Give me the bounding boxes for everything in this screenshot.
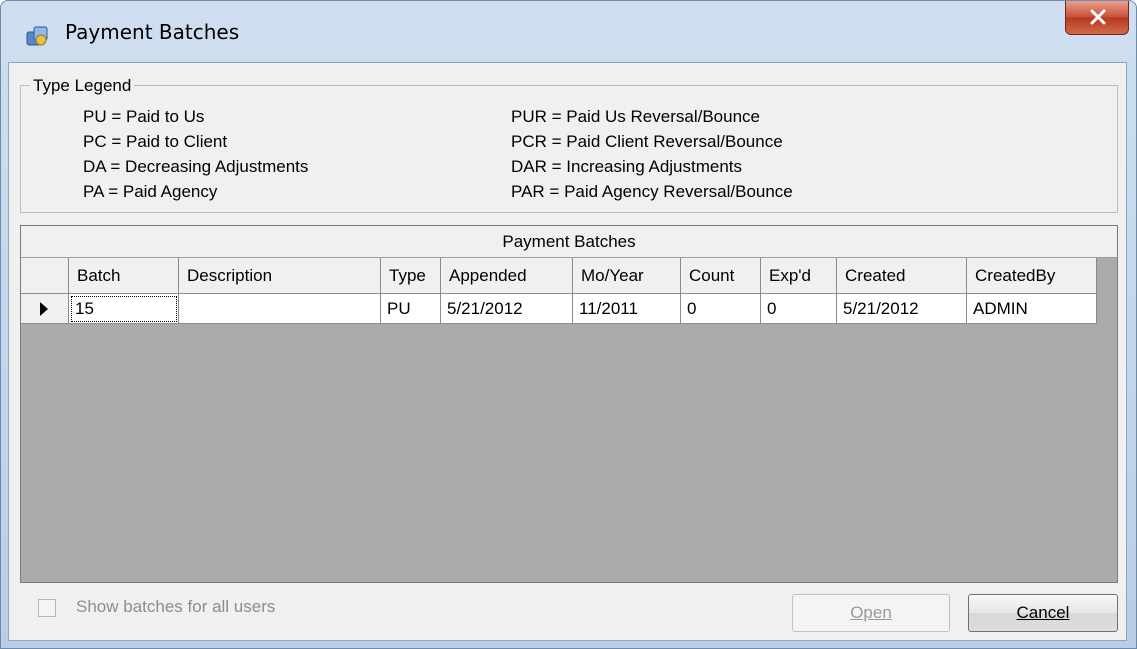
cell-type[interactable]: PU bbox=[381, 294, 441, 324]
window-title: Payment Batches bbox=[65, 20, 240, 44]
cell-createdby[interactable]: ADMIN bbox=[967, 294, 1097, 324]
column-header-appended[interactable]: Appended bbox=[441, 258, 573, 294]
column-header-expd[interactable]: Exp'd bbox=[761, 258, 837, 294]
cell-mo-year[interactable]: 11/2011 bbox=[573, 294, 681, 324]
cell-batch[interactable]: 15 bbox=[69, 294, 179, 324]
close-button[interactable] bbox=[1065, 1, 1129, 35]
legend-item-pu: PU = Paid to Us bbox=[83, 107, 205, 126]
close-icon bbox=[1090, 9, 1106, 25]
legend-item-pur: PUR = Paid Us Reversal/Bounce bbox=[511, 107, 760, 126]
cell-count[interactable]: 0 bbox=[681, 294, 761, 324]
column-header-batch[interactable]: Batch bbox=[69, 258, 179, 294]
legend-item-dar: DAR = Increasing Adjustments bbox=[511, 157, 743, 176]
cell-expd[interactable]: 0 bbox=[761, 294, 837, 324]
column-header-mo-year[interactable]: Mo/Year bbox=[573, 258, 681, 294]
cell-created[interactable]: 5/21/2012 bbox=[837, 294, 967, 324]
show-all-users-label: Show batches for all users bbox=[76, 597, 276, 616]
grid-caption: Payment Batches bbox=[21, 226, 1117, 258]
payment-batches-icon bbox=[25, 23, 51, 49]
column-header-type[interactable]: Type bbox=[381, 258, 441, 294]
column-header-count[interactable]: Count bbox=[681, 258, 761, 294]
cancel-button[interactable]: Cancel bbox=[968, 594, 1118, 632]
column-header-createdby[interactable]: CreatedBy bbox=[967, 258, 1097, 294]
type-legend-title: Type Legend bbox=[30, 76, 135, 96]
title-bar[interactable]: Payment Batches bbox=[1, 1, 1136, 63]
open-button-label: Open bbox=[850, 603, 892, 622]
show-all-users-checkbox[interactable] bbox=[38, 599, 56, 617]
legend-item-pa: PA = Paid Agency bbox=[83, 182, 218, 201]
grid-header-row: Batch Description Type Appended Mo/Year … bbox=[21, 258, 1097, 294]
legend-item-da: DA = Decreasing Adjustments bbox=[83, 157, 309, 176]
row-pointer-icon bbox=[40, 302, 48, 316]
legend-item-par: PAR = Paid Agency Reversal/Bounce bbox=[511, 182, 793, 201]
column-header-created[interactable]: Created bbox=[837, 258, 967, 294]
row-selector[interactable] bbox=[21, 294, 69, 324]
legend-item-pcr: PCR = Paid Client Reversal/Bounce bbox=[511, 132, 783, 151]
legend-item-pc: PC = Paid to Client bbox=[83, 132, 228, 151]
column-header-description[interactable]: Description bbox=[179, 258, 381, 294]
open-button[interactable]: Open bbox=[792, 594, 950, 632]
row-header-corner bbox=[21, 258, 69, 294]
cell-description[interactable] bbox=[179, 294, 381, 324]
cell-appended[interactable]: 5/21/2012 bbox=[441, 294, 573, 324]
cancel-button-label: Cancel bbox=[1016, 603, 1070, 622]
table-row[interactable]: 15 PU 5/21/2012 11/2011 0 0 5/21/2012 AD… bbox=[21, 294, 1097, 324]
